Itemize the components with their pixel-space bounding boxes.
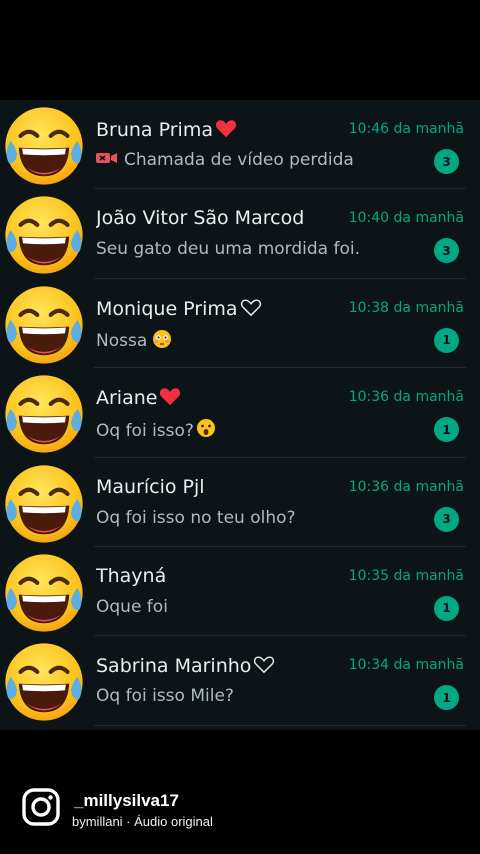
- chat-time: 10:36 da manhã: [348, 389, 464, 406]
- chat-preview: Oq foi isso no teu olho?: [96, 507, 296, 528]
- chat-row-mauricio-pjl[interactable]: Maurício Pjl 10:36 da manhã Oq foi isso …: [0, 458, 480, 547]
- unread-badge: 3: [434, 149, 459, 174]
- chat-time: 10:38 da manhã: [348, 299, 464, 316]
- chat-preview: Seu gato deu uma mordida foi.: [96, 239, 360, 260]
- chat-row-sabrina-marinho[interactable]: Sabrina Marinho 10:34 da manhã Oq foi is…: [0, 636, 480, 726]
- unread-badge: 3: [434, 506, 459, 532]
- tears-of-joy-emoji-icon[interactable]: [2, 462, 86, 546]
- tears-of-joy-emoji-icon[interactable]: [2, 551, 86, 635]
- chat-time: 10:35 da manhã: [348, 567, 464, 584]
- chat-list: Bruna Prima 10:46 da manhã Chamada de ví…: [0, 100, 480, 726]
- unread-badge: 1: [434, 685, 459, 711]
- chat-row-monique-prima[interactable]: Monique Prima 10:38 da manhã Nossa 1: [0, 279, 480, 369]
- chat-row-thayna[interactable]: Thayná 10:35 da manhã Oque foi 1: [0, 547, 480, 637]
- top-redaction: [0, 0, 480, 100]
- chat-time: 10:34 da manhã: [348, 657, 464, 674]
- chat-name: Sabrina Marinho: [96, 654, 332, 679]
- chat-row-ariane[interactable]: Ariane 10:36 da manhã Oq foi isso? 1: [0, 368, 480, 458]
- outline-heart-icon: [240, 297, 262, 322]
- chat-name: Bruna Prima: [96, 118, 332, 143]
- chat-name: Thayná: [96, 564, 167, 587]
- chat-name: João Vitor São Marcod: [96, 207, 305, 230]
- missed-video-call-icon: [96, 150, 118, 170]
- unread-badge: 1: [434, 417, 459, 443]
- tears-of-joy-emoji-icon[interactable]: [2, 640, 86, 724]
- tears-of-joy-emoji-icon[interactable]: [2, 104, 86, 188]
- tears-of-joy-emoji-icon[interactable]: [2, 283, 86, 367]
- chat-name: Ariane: [96, 386, 332, 411]
- instagram-audio-bar[interactable]: _millysilva17 bymillani · Áudio original: [22, 786, 462, 832]
- chat-preview: Oque foi: [96, 596, 168, 617]
- chat-preview: Oq foi isso?: [96, 418, 416, 443]
- instagram-icon[interactable]: [22, 788, 60, 826]
- chat-preview: Oq foi isso Mile?: [96, 686, 234, 707]
- chat-time: 10:36 da manhã: [348, 478, 464, 495]
- outline-heart-icon: [253, 654, 275, 679]
- divider: [94, 724, 466, 726]
- tears-of-joy-emoji-icon[interactable]: [2, 193, 86, 277]
- unread-badge: 1: [434, 595, 459, 621]
- chat-time: 10:46 da manhã: [348, 121, 464, 137]
- chat-row-joao-vitor[interactable]: João Vitor São Marcod 10:40 da manhã Seu…: [0, 189, 480, 279]
- astonished-face-icon: [196, 418, 216, 443]
- unread-badge: 3: [434, 238, 459, 264]
- flushed-face-icon: [152, 329, 172, 354]
- red-heart-icon: [215, 118, 237, 143]
- chat-name: Monique Prima: [96, 297, 332, 322]
- chat-preview: Nossa: [96, 329, 416, 354]
- chat-time: 10:40 da manhã: [348, 210, 464, 227]
- chat-row-bruna-prima[interactable]: Bruna Prima 10:46 da manhã Chamada de ví…: [0, 100, 480, 190]
- instagram-username[interactable]: _millysilva17: [74, 791, 179, 811]
- screen: Bruna Prima 10:46 da manhã Chamada de ví…: [0, 0, 480, 854]
- chat-name: Maurício Pjl: [96, 475, 205, 498]
- red-heart-icon: [159, 386, 181, 411]
- unread-badge: 1: [434, 327, 459, 353]
- chat-preview: Chamada de vídeo perdida: [96, 150, 416, 170]
- tears-of-joy-emoji-icon[interactable]: [2, 372, 86, 456]
- audio-label[interactable]: bymillani · Áudio original: [72, 814, 213, 829]
